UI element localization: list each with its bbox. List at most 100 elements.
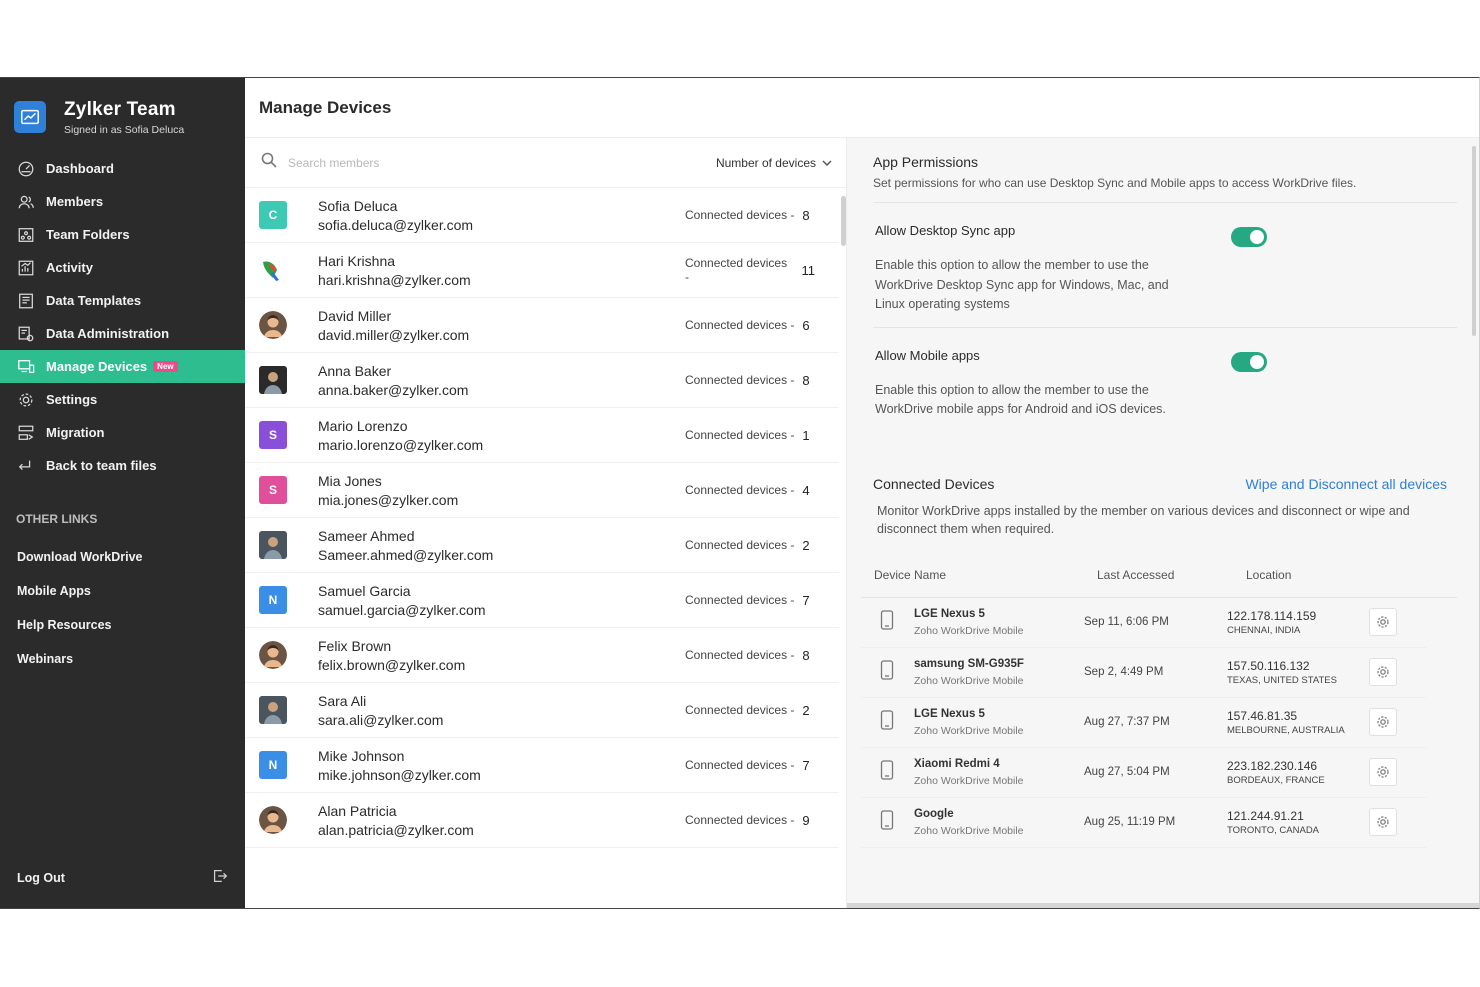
device-settings-button[interactable] (1369, 758, 1397, 786)
sidebar-item-label: Members (46, 194, 104, 209)
sidebar-item-label: Data Templates (46, 293, 142, 308)
wipe-disconnect-all-link[interactable]: Wipe and Disconnect all devices (1245, 476, 1447, 492)
avatar (259, 256, 287, 284)
sort-dropdown[interactable]: Number of devices (716, 156, 832, 170)
page-header: Manage Devices (245, 78, 1479, 138)
device-name: LGE Nexus 5 (914, 707, 985, 720)
gear-icon (1377, 616, 1389, 628)
member-list: C Sofia Deluca sofia.deluca@zylker.com Conn… (245, 188, 846, 848)
avatar: N (259, 586, 287, 614)
members-scrollbar[interactable] (841, 196, 846, 246)
connected-devices-count: Connected devices - 2 (685, 703, 815, 718)
member-row[interactable]: Sameer Ahmed Sameer.ahmed@zylker.com Conne… (245, 518, 839, 573)
sidebar-item-settings[interactable]: Settings (0, 383, 245, 416)
content: Number of devices C Sofia Deluca sofia.del… (245, 138, 1479, 908)
member-row[interactable]: Anna Baker anna.baker@zylker.com Connected… (245, 353, 839, 408)
device-count: 8 (802, 207, 810, 223)
connected-devices-count: Connected devices - 4 (685, 483, 815, 498)
new-badge: New (153, 361, 178, 372)
mobile-apps-toggle[interactable] (1231, 351, 1267, 372)
sidebar-item-label: Migration (46, 425, 105, 440)
sidebar-item-data-administration[interactable]: Data Administration (0, 317, 245, 350)
device-row: LGE Nexus 5 Zoho WorkDrive Mobile Aug 27, … (861, 698, 1426, 748)
sidebar-item-back-to-team-files[interactable]: Back to team files (0, 449, 245, 482)
mobile-phone-icon (880, 659, 894, 685)
sidebar-item-dashboard[interactable]: Dashboard (0, 152, 245, 185)
connected-devices-label: Connected devices - (685, 318, 795, 332)
horizontal-scrollbar[interactable] (847, 903, 1479, 908)
device-settings-button[interactable] (1369, 708, 1397, 736)
member-row[interactable]: Hari Krishna hari.krishna@zylker.com Conne… (245, 243, 839, 298)
member-name: Anna Baker (318, 362, 392, 379)
avatar (259, 696, 287, 724)
member-row[interactable]: N Samuel Garcia samuel.garcia@zylker.com Co… (245, 573, 839, 628)
member-email: Sameer.ahmed@zylker.com (318, 546, 494, 563)
device-ip: 223.182.230.146 (1227, 758, 1318, 773)
sidebar-item-manage-devices[interactable]: Manage Devices New (0, 350, 245, 383)
member-info: Anna Baker anna.baker@zylker.com (318, 363, 648, 398)
member-row[interactable]: Alan Patricia alan.patricia@zylker.com Con… (245, 793, 839, 848)
avatar-initial: S (268, 483, 277, 497)
main-area: Manage Devices Number of devices C Sofia … (245, 78, 1479, 908)
member-row[interactable]: David Miller david.miller@zylker.com Conne… (245, 298, 839, 353)
connected-devices-count: Connected devices - 11 (685, 256, 815, 284)
device-settings-button[interactable] (1369, 658, 1397, 686)
device-count: 1 (802, 427, 810, 443)
device-app: Zoho WorkDrive Mobile (914, 624, 1024, 637)
member-email: felix.brown@zylker.com (318, 656, 466, 673)
member-row[interactable]: Felix Brown felix.brown@zylker.com Connect… (245, 628, 839, 683)
member-row[interactable]: C Sofia Deluca sofia.deluca@zylker.com Conn… (245, 188, 839, 243)
member-row[interactable]: Sara Ali sara.ali@zylker.com Connected dev… (245, 683, 839, 738)
link-download-workdrive[interactable]: Download WorkDrive (0, 540, 245, 574)
avatar-initial: S (268, 428, 277, 442)
device-row: Google Zoho WorkDrive Mobile Aug 25, 11:19… (861, 798, 1426, 848)
sidebar-item-data-templates[interactable]: Data Templates (0, 284, 245, 317)
member-email: sofia.deluca@zylker.com (318, 216, 474, 233)
device-name: LGE Nexus 5 (914, 607, 985, 620)
details-scrollbar[interactable] (1472, 146, 1476, 336)
device-location: TEXAS, UNITED STATES (1227, 674, 1337, 686)
avatar: C (259, 201, 287, 229)
link-mobile-apps[interactable]: Mobile Apps (0, 574, 245, 608)
link-help-resources[interactable]: Help Resources (0, 608, 245, 642)
member-info: Felix Brown felix.brown@zylker.com (318, 638, 648, 673)
member-row[interactable]: S Mia Jones mia.jones@zylker.com Connected … (245, 463, 839, 518)
member-email: samuel.garcia@zylker.com (318, 601, 486, 618)
signed-in-label: Signed in as Sofia Deluca (64, 123, 185, 136)
connected-devices-count: Connected devices - 8 (685, 208, 815, 223)
connected-devices-description: Monitor WorkDrive apps installed by the … (877, 503, 1410, 536)
sidebar-item-migration[interactable]: Migration (0, 416, 245, 449)
member-row[interactable]: S Mario Lorenzo mario.lorenzo@zylker.com Co… (245, 408, 839, 463)
device-row: samsung SM-G935F Zoho WorkDrive Mobile Sep… (861, 648, 1426, 698)
device-ip: 157.46.81.35 (1227, 708, 1298, 723)
sidebar-item-activity[interactable]: Activity (0, 251, 245, 284)
avatar (259, 806, 287, 834)
connected-devices-count: Connected devices - 7 (685, 758, 815, 773)
member-email: david.miller@zylker.com (318, 326, 470, 343)
sidebar-item-members[interactable]: Members (0, 185, 245, 218)
desktop-sync-toggle[interactable] (1231, 227, 1267, 247)
device-last-accessed: Aug 25, 11:19 PM (1084, 816, 1176, 828)
member-row[interactable]: N Mike Johnson mike.johnson@zylker.com Conn… (245, 738, 839, 793)
device-app: Zoho WorkDrive Mobile (914, 774, 1024, 787)
page-title: Manage Devices (259, 97, 392, 117)
logout-button[interactable]: Log Out (17, 867, 229, 888)
permission-description: Enable this option to allow the member t… (875, 382, 1166, 417)
gear-icon (1377, 766, 1389, 778)
column-device-name: Device Name (874, 567, 947, 582)
link-webinars[interactable]: Webinars (0, 642, 245, 676)
search-members-input[interactable] (288, 155, 588, 170)
member-info: Samuel Garcia samuel.garcia@zylker.com (318, 583, 648, 618)
avatar-initial: N (268, 758, 278, 772)
device-last-accessed: Sep 2, 4:49 PM (1084, 666, 1164, 678)
member-info: Sameer Ahmed Sameer.ahmed@zylker.com (318, 528, 648, 563)
sidebar-item-team-folders[interactable]: Team Folders (0, 218, 245, 251)
device-app: Zoho WorkDrive Mobile (914, 674, 1024, 687)
device-settings-button[interactable] (1369, 608, 1397, 636)
device-count: 9 (802, 812, 810, 828)
connected-devices-count: Connected devices - 8 (685, 648, 815, 663)
connected-devices-label: Connected devices - (685, 648, 795, 662)
member-info: Sofia Deluca sofia.deluca@zylker.com (318, 198, 648, 233)
device-settings-button[interactable] (1369, 808, 1397, 836)
members-panel: Number of devices C Sofia Deluca sofia.del… (245, 138, 847, 908)
